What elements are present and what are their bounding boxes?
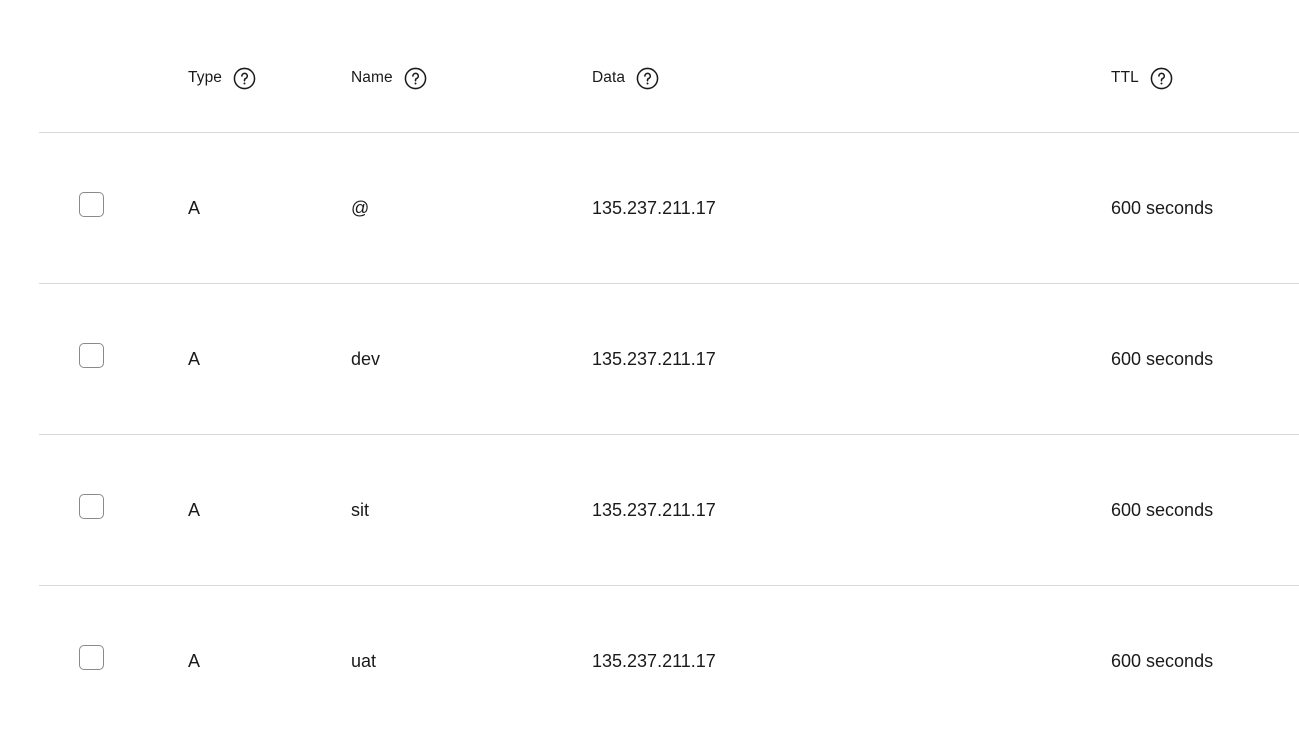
row-checkbox[interactable] (79, 342, 104, 368)
record-name: sit (351, 499, 369, 520)
record-type: A (188, 651, 201, 671)
record-data-cell: 135.237.211.17 (592, 133, 716, 283)
record-ttl-cell: 600 seconds (1111, 133, 1213, 283)
table-header: Type Name Data TTL (39, 0, 1299, 133)
record-ttl-cell: 600 seconds (1111, 284, 1213, 434)
record-name-cell: sit (351, 435, 369, 585)
row-checkbox[interactable] (79, 493, 104, 519)
column-header-name-label: Name (351, 69, 393, 86)
record-type-cell: A (188, 586, 200, 737)
record-type-cell: A (188, 284, 200, 434)
record-data: 135.237.211.17 (592, 651, 716, 671)
record-ttl-cell: 600 seconds (1111, 586, 1213, 737)
column-header-type-label: Type (188, 69, 223, 86)
data-help-icon[interactable] (636, 67, 659, 90)
row-checkbox[interactable] (79, 645, 104, 670)
record-name: dev (351, 348, 381, 369)
row-select-cell (79, 586, 104, 737)
record-data: 135.237.211.17 (592, 499, 716, 520)
record-data-cell: 135.237.211.17 (592, 586, 716, 737)
row-checkbox[interactable] (79, 191, 104, 217)
record-type-cell: A (188, 435, 200, 585)
table-row: A dev 135.237.211.17 600 seconds (39, 284, 1299, 435)
record-data-cell: 135.237.211.17 (592, 284, 716, 434)
record-type: A (188, 499, 201, 520)
record-type: A (188, 197, 201, 218)
ttl-help-icon[interactable] (1150, 67, 1173, 90)
row-select-cell (79, 284, 104, 434)
column-header-data-label: Data (592, 69, 626, 86)
table-row: A uat 135.237.211.17 600 seconds (39, 586, 1299, 737)
record-ttl: 600 seconds (1111, 499, 1214, 520)
record-type: A (188, 348, 201, 369)
record-ttl: 600 seconds (1111, 197, 1214, 218)
record-name-cell: uat (351, 586, 376, 737)
record-ttl: 600 seconds (1111, 651, 1214, 671)
record-ttl: 600 seconds (1111, 348, 1214, 369)
record-data: 135.237.211.17 (592, 348, 716, 369)
row-select-cell (79, 133, 104, 283)
type-help-icon[interactable] (233, 67, 256, 90)
record-name: @ (351, 197, 370, 218)
table-row: A @ 135.237.211.17 600 seconds (39, 133, 1299, 284)
record-data-cell: 135.237.211.17 (592, 435, 716, 585)
column-header-ttl-label: TTL (1111, 69, 1139, 86)
table-row: A sit 135.237.211.17 600 seconds (39, 435, 1299, 586)
record-name-cell: dev (351, 284, 380, 434)
dns-records-table: Type Name Data TTL A @ 135.237.211.17 60… (39, 0, 1299, 737)
record-name: uat (351, 651, 377, 671)
name-help-icon[interactable] (404, 67, 427, 90)
row-select-cell (79, 435, 104, 585)
record-type-cell: A (188, 133, 200, 283)
record-name-cell: @ (351, 133, 369, 283)
record-data: 135.237.211.17 (592, 197, 716, 218)
record-ttl-cell: 600 seconds (1111, 435, 1213, 585)
